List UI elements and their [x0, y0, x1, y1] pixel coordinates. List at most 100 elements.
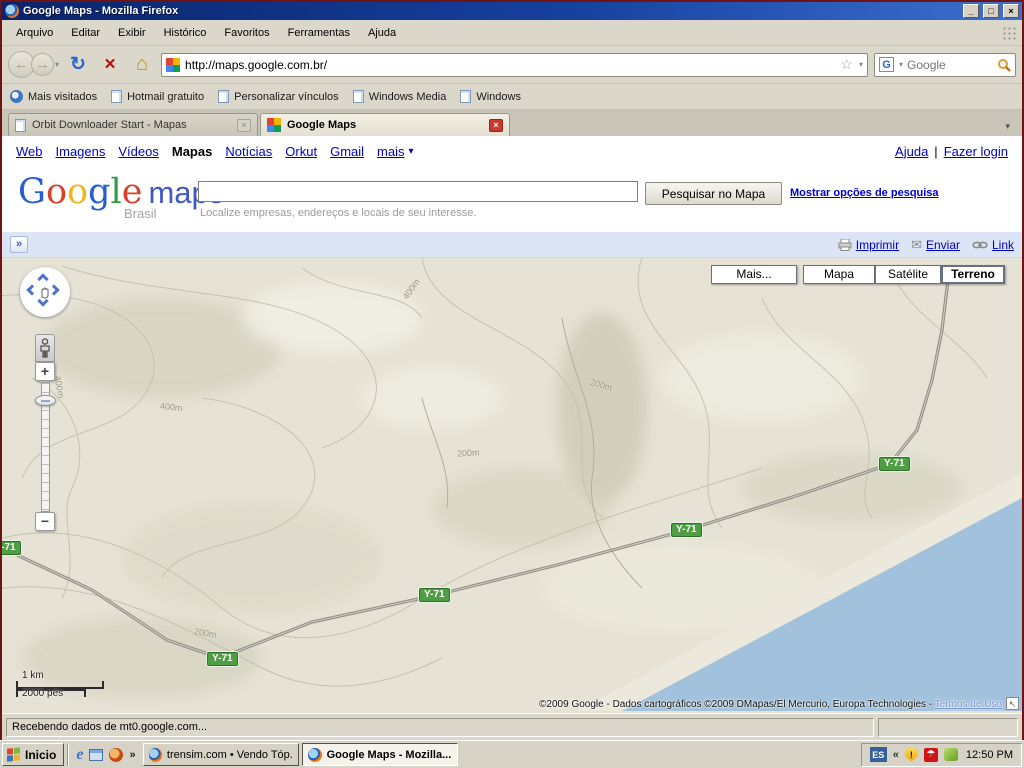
system-tray: ES « ! ☂ 12:50 PM: [861, 743, 1022, 767]
address-bar[interactable]: ☆ ▾: [161, 53, 868, 77]
link-ajuda[interactable]: Ajuda: [895, 144, 928, 159]
road-marker: Y-71: [207, 652, 238, 666]
tray-collapse-icon[interactable]: «: [893, 749, 899, 761]
link-web[interactable]: Web: [16, 144, 43, 159]
maximize-button[interactable]: □: [983, 4, 999, 18]
road-marker: Y-71: [419, 588, 450, 602]
bookmark-star-icon[interactable]: ☆: [840, 56, 853, 73]
antivirus-icon[interactable]: ☂: [924, 748, 938, 762]
list-all-tabs-icon[interactable]: ▾: [999, 117, 1016, 136]
link-imagens[interactable]: Imagens: [56, 144, 106, 159]
task-google-maps[interactable]: Google Maps - Mozilla...: [302, 743, 458, 766]
quick-launch-more-icon[interactable]: »: [129, 749, 135, 761]
web-search-input[interactable]: [907, 58, 993, 72]
search-options-link[interactable]: Mostrar opções de pesquisa: [790, 187, 939, 199]
menu-historico[interactable]: Histórico: [156, 23, 215, 43]
url-input[interactable]: [185, 58, 835, 72]
google-maps-favicon: [267, 118, 281, 132]
toolbar-grip-icon: [1002, 26, 1016, 40]
link-mais[interactable]: mais: [377, 144, 404, 159]
magnifier-icon[interactable]: [997, 58, 1011, 72]
pan-up-icon[interactable]: [37, 273, 48, 284]
tab-orbit-downloader[interactable]: Orbit Downloader Start - Mapas ×: [8, 113, 258, 136]
pan-left-icon[interactable]: [26, 284, 37, 295]
terrain-layer: [2, 258, 1022, 711]
map-corner-arrow-icon[interactable]: ↖: [1006, 697, 1019, 710]
bookmark-hotmail[interactable]: Hotmail gratuito: [111, 90, 204, 103]
zoom-slider-handle[interactable]: [35, 395, 56, 406]
home-button[interactable]: ⌂: [129, 53, 155, 76]
start-button[interactable]: Inicio: [2, 743, 64, 766]
minimize-button[interactable]: _: [963, 4, 979, 18]
tab-google-maps[interactable]: Google Maps ×: [260, 113, 510, 136]
engine-dropdown-icon[interactable]: ▾: [899, 60, 903, 69]
menu-bar: Arquivo Editar Exibir Histórico Favorito…: [2, 20, 1022, 46]
taskbar-clock: 12:50 PM: [964, 749, 1013, 761]
task-trensim[interactable]: trensim.com • Vendo Tóp...: [143, 743, 299, 766]
tab-close-icon[interactable]: ×: [489, 119, 503, 132]
menu-editar[interactable]: Editar: [63, 23, 108, 43]
internet-explorer-icon[interactable]: e: [76, 746, 83, 764]
satellite-type-button[interactable]: Satélite: [875, 265, 941, 284]
bookmark-windows-media[interactable]: Windows Media: [353, 90, 447, 103]
history-dropdown-icon[interactable]: ▾: [55, 60, 59, 69]
expand-panel-icon[interactable]: »: [10, 236, 28, 253]
menu-ferramentas[interactable]: Ferramentas: [280, 23, 358, 43]
most-visited-icon: [10, 90, 23, 103]
forward-button[interactable]: →: [31, 53, 54, 76]
bookmark-windows[interactable]: Windows: [460, 90, 521, 103]
browser-window: Google Maps - Mozilla Firefox _ □ × Arqu…: [0, 0, 1024, 740]
chain-link-icon: [972, 240, 988, 250]
map-search-input[interactable]: [198, 181, 638, 202]
logo-letter: g: [88, 172, 110, 212]
terms-of-use-link[interactable]: Termos de Uso: [935, 699, 1002, 710]
status-secondary-panel: [878, 718, 1018, 737]
language-indicator[interactable]: ES: [870, 747, 887, 762]
url-dropdown-icon[interactable]: ▾: [859, 60, 863, 69]
tab-close-icon[interactable]: ×: [237, 119, 251, 132]
bookmark-personalizar[interactable]: Personalizar vínculos: [218, 90, 339, 103]
road-marker: Y-71: [2, 541, 21, 555]
search-bar[interactable]: G ▾: [874, 53, 1016, 77]
link-videos[interactable]: Vídeos: [118, 144, 158, 159]
menu-favoritos[interactable]: Favoritos: [216, 23, 277, 43]
link-fazer-login[interactable]: Fazer login: [944, 144, 1008, 159]
quick-launch: e »: [72, 746, 139, 764]
zoom-out-button[interactable]: −: [35, 512, 55, 531]
tab-strip: Orbit Downloader Start - Mapas × Google …: [2, 110, 1022, 136]
close-button[interactable]: ×: [1003, 4, 1019, 18]
terrain-type-button[interactable]: Terreno: [941, 265, 1005, 284]
map-type-button[interactable]: Mapa: [803, 265, 875, 284]
link-gmail[interactable]: Gmail: [330, 144, 364, 159]
google-search-engine-icon[interactable]: G: [879, 57, 894, 72]
zoom-in-button[interactable]: +: [35, 362, 55, 381]
logo-country-label: Brasil: [124, 206, 157, 221]
tray-app-icon[interactable]: [944, 748, 958, 761]
link-noticias[interactable]: Notícias: [225, 144, 272, 159]
quick-launch-app-icon[interactable]: [109, 748, 123, 762]
pan-hand-icon[interactable]: [37, 284, 53, 300]
stop-button[interactable]: ×: [97, 54, 123, 76]
security-alert-icon[interactable]: !: [905, 748, 918, 762]
map-canvas[interactable]: 400m 400m 400m 200m 200m 200m Y-71 Y-71 …: [2, 258, 1022, 713]
more-button[interactable]: Mais...: [711, 265, 797, 284]
menu-exibir[interactable]: Exibir: [110, 23, 154, 43]
reload-button[interactable]: ↻: [65, 53, 91, 76]
link-orkut[interactable]: Orkut: [285, 144, 317, 159]
link-link[interactable]: Link: [972, 238, 1014, 252]
logo-letter: l: [111, 172, 122, 212]
search-panel: Googlemaps Brasil Localize empresas, end…: [2, 166, 1022, 232]
search-map-button[interactable]: Pesquisar no Mapa: [645, 182, 782, 205]
send-link[interactable]: ✉ Enviar: [911, 237, 960, 253]
bookmarks-toolbar: Mais visitados Hotmail gratuito Personal…: [2, 84, 1022, 110]
firefox-icon: [149, 748, 162, 762]
show-desktop-icon[interactable]: [89, 749, 103, 761]
pan-control[interactable]: [20, 267, 70, 317]
bookmark-mais-visitados[interactable]: Mais visitados: [10, 90, 97, 103]
mais-dropdown-icon[interactable]: ▾: [409, 146, 414, 157]
street-view-pegman[interactable]: [35, 334, 55, 362]
print-link[interactable]: Imprimir: [838, 238, 899, 252]
menu-ajuda[interactable]: Ajuda: [360, 23, 404, 43]
menu-arquivo[interactable]: Arquivo: [8, 23, 61, 43]
status-bar: Recebendo dados de mt0.google.com...: [2, 713, 1022, 740]
